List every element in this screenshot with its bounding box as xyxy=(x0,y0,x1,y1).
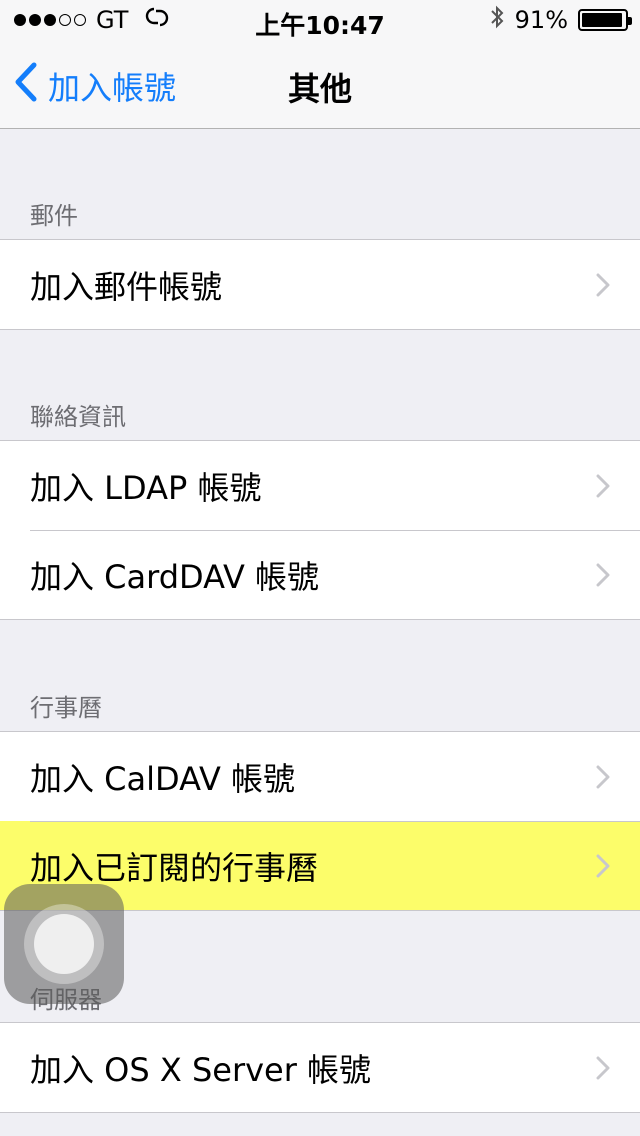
section-header-calendar: 行事曆 xyxy=(30,694,102,722)
battery-tip xyxy=(628,17,632,25)
server-group: 加入 OS X Server 帳號 xyxy=(0,1022,640,1113)
cell-label: 加入 CardDAV 帳號 xyxy=(30,557,320,596)
section-header-contacts: 聯絡資訊 xyxy=(30,403,126,431)
section-header-mail: 郵件 xyxy=(30,202,78,230)
mail-group: 加入郵件帳號 xyxy=(0,239,640,330)
assistive-touch-button[interactable] xyxy=(4,884,124,1004)
chevron-right-icon xyxy=(596,765,610,793)
status-bar: GT 上午10:47 91% xyxy=(0,0,640,40)
chevron-right-icon xyxy=(596,563,610,591)
add-caldav-account-row[interactable]: 加入 CalDAV 帳號 xyxy=(0,732,640,821)
add-mail-account-row[interactable]: 加入郵件帳號 xyxy=(0,240,640,329)
page-title: 其他 xyxy=(287,70,352,108)
assistive-touch-center xyxy=(34,914,94,974)
add-ldap-account-row[interactable]: 加入 LDAP 帳號 xyxy=(0,441,640,530)
battery-percent: 91% xyxy=(514,6,568,34)
navigation-bar: 加入帳號 其他 xyxy=(0,40,640,129)
cell-label: 加入 CalDAV 帳號 xyxy=(30,759,296,798)
status-right: 91% xyxy=(489,4,632,36)
chevron-right-icon xyxy=(596,854,610,882)
cell-label: 加入 OS X Server 帳號 xyxy=(30,1050,372,1089)
chevron-right-icon xyxy=(596,1056,610,1084)
battery-icon xyxy=(578,9,632,31)
battery-fill xyxy=(582,13,622,27)
cell-label: 加入已訂閱的行事曆 xyxy=(30,848,319,887)
add-osx-server-account-row[interactable]: 加入 OS X Server 帳號 xyxy=(0,1023,640,1112)
add-carddav-account-row[interactable]: 加入 CardDAV 帳號 xyxy=(0,530,640,619)
cell-label: 加入 LDAP 帳號 xyxy=(30,468,262,507)
chevron-right-icon xyxy=(596,273,610,301)
contacts-group: 加入 LDAP 帳號 加入 CardDAV 帳號 xyxy=(0,440,640,620)
cell-label: 加入郵件帳號 xyxy=(30,267,223,306)
chevron-right-icon xyxy=(596,474,610,502)
bluetooth-icon xyxy=(489,4,505,36)
